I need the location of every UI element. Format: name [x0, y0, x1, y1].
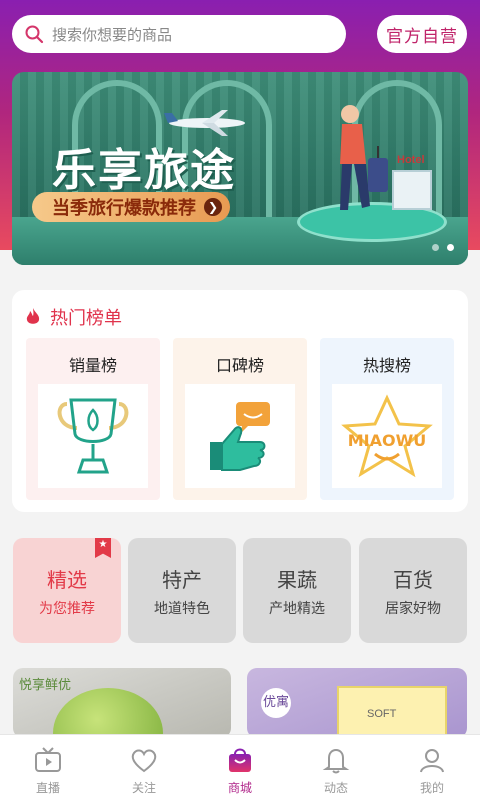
ranking-sales[interactable]: 销量榜 [26, 338, 160, 500]
hot-rankings-card: 热门榜单 销量榜 口碑榜 热搜榜 MIAOWU [12, 290, 468, 512]
banner-subtitle-button[interactable]: 当季旅行爆款推荐 ❯ [32, 192, 230, 222]
search-icon [25, 25, 44, 44]
rankings-title: 热门榜单 [50, 308, 122, 329]
tab-follow[interactable]: 关注 [96, 735, 192, 800]
ranking-reputation[interactable]: 口碑榜 [173, 338, 307, 500]
category-title: 百货 [393, 568, 433, 592]
ranking-label: 口碑榜 [215, 356, 264, 375]
category-subtitle: 为您推荐 [39, 601, 95, 617]
official-store-button[interactable]: 官方自营 [377, 15, 467, 53]
search-input[interactable]: 搜索你想要的商品 [12, 15, 346, 53]
product-caption: 悦享鲜优 [19, 678, 72, 693]
banner-subtitle: 当季旅行爆款推荐 [52, 198, 196, 219]
category-subtitle: 居家好物 [385, 601, 441, 617]
pomelo-image [53, 688, 163, 738]
tab-label: 我的 [419, 781, 444, 795]
tab-profile[interactable]: 我的 [384, 735, 480, 800]
category-title: 精选 [47, 568, 87, 592]
ranking-label: 销量榜 [68, 356, 117, 375]
tab-label: 直播 [35, 781, 60, 795]
bell-icon [322, 748, 350, 774]
miaowu-text: MIAOWU [348, 431, 427, 450]
ranking-label: 热搜榜 [362, 356, 411, 375]
trophy-icon [38, 384, 148, 488]
category-household[interactable]: 百货 居家好物 [359, 538, 467, 643]
star-badge-icon: ★ [95, 538, 111, 558]
search-placeholder: 搜索你想要的商品 [52, 25, 173, 44]
banner-title: 乐享旅途 [52, 145, 236, 196]
category-specialty[interactable]: 特产 地道特色 [128, 538, 236, 643]
product-card-pomelo[interactable]: 悦享鲜优 [13, 668, 231, 738]
bottom-tab-bar: 直播 关注 商城 动态 我的 [0, 734, 480, 800]
thumbs-up-icon [185, 384, 295, 488]
tab-label: 动态 [323, 781, 348, 795]
traveler-illustration [340, 105, 388, 210]
category-title: 果蔬 [277, 568, 317, 592]
user-icon [420, 749, 444, 773]
chevron-right-icon: ❯ [204, 198, 222, 216]
heart-icon [131, 749, 157, 773]
tab-label: 关注 [131, 781, 156, 795]
miaowu-star-logo: MIAOWU [332, 384, 442, 488]
category-subtitle: 地道特色 [154, 601, 210, 617]
category-featured[interactable]: ★ 精选 为您推荐 [13, 538, 121, 643]
shopping-bag-icon [229, 748, 251, 772]
product-card-tissue[interactable]: 优寓 SOFT [247, 668, 467, 738]
category-tabs: ★ 精选 为您推荐 特产 地道特色 果蔬 产地精选 百货 居家好物 [0, 538, 480, 643]
promo-banner[interactable]: Hotel 乐享旅途 当季旅行爆款推荐 ❯ [12, 72, 468, 265]
tab-live[interactable]: 直播 [0, 735, 96, 800]
ranking-trending[interactable]: 热搜榜 MIAOWU [320, 338, 454, 500]
category-title: 特产 [162, 568, 202, 592]
tissue-box-text: SOFT [367, 708, 397, 720]
flame-icon [26, 308, 40, 324]
category-subtitle: 产地精选 [269, 601, 325, 617]
rankings-header: 热门榜单 [24, 304, 122, 330]
hotel-sign: Hotel [397, 154, 425, 166]
banner-dot-active [447, 244, 454, 251]
tab-label: 商城 [227, 781, 252, 795]
tab-mall[interactable]: 商城 [192, 735, 288, 800]
product-caption: 优寓 [261, 688, 291, 718]
banner-pagination [432, 244, 454, 251]
tab-feed[interactable]: 动态 [288, 735, 384, 800]
hotel-building [392, 170, 432, 210]
category-produce[interactable]: 果蔬 产地精选 [243, 538, 351, 643]
tv-icon [35, 747, 61, 772]
banner-dot [432, 244, 439, 251]
